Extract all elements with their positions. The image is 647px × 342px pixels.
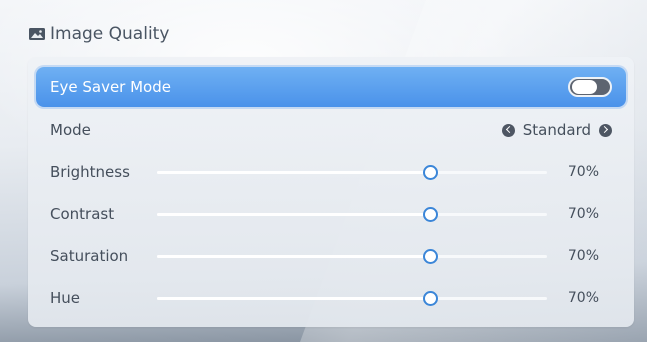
chevron-left-icon[interactable] [501, 123, 515, 137]
mode-selector[interactable]: Standard [501, 121, 612, 139]
hue-label: Hue [50, 289, 81, 307]
contrast-value: 70% [567, 206, 599, 222]
brightness-label: Brightness [50, 163, 130, 181]
eye-saver-mode-row[interactable]: Eye Saver Mode [36, 67, 626, 107]
hue-value: 70% [567, 290, 599, 306]
saturation-row[interactable]: Saturation 70% [28, 235, 634, 277]
page-title: Image Quality [50, 24, 170, 44]
mode-value: Standard [522, 121, 591, 139]
eye-saver-mode-toggle[interactable] [568, 77, 612, 97]
slider-thumb[interactable] [423, 291, 438, 306]
contrast-label: Contrast [50, 205, 115, 223]
saturation-slider[interactable] [157, 246, 547, 266]
slider-fill [157, 255, 430, 258]
eye-saver-mode-label: Eye Saver Mode [50, 78, 171, 96]
brightness-slider[interactable] [157, 162, 547, 182]
section-header: Image Quality [28, 24, 169, 44]
slider-thumb[interactable] [423, 207, 438, 222]
slider-fill [157, 213, 430, 216]
hue-row[interactable]: Hue 70% [28, 277, 634, 319]
mode-label: Mode [50, 121, 91, 139]
hue-slider[interactable] [157, 288, 547, 308]
image-icon [28, 26, 46, 42]
chevron-right-icon[interactable] [599, 123, 612, 137]
contrast-row[interactable]: Contrast 70% [28, 193, 634, 235]
screen: Image Quality Eye Saver Mode Mode Standa… [0, 0, 647, 342]
slider-thumb[interactable] [423, 249, 438, 264]
slider-fill [157, 171, 430, 174]
brightness-row[interactable]: Brightness 70% [28, 151, 634, 193]
saturation-value: 70% [567, 248, 599, 264]
saturation-label: Saturation [50, 247, 129, 265]
brightness-value: 70% [567, 164, 599, 180]
mode-row[interactable]: Mode Standard [28, 109, 634, 151]
slider-fill [157, 297, 430, 300]
settings-panel: Eye Saver Mode Mode Standard Brightness … [28, 57, 634, 327]
toggle-knob [572, 80, 597, 94]
contrast-slider[interactable] [157, 204, 547, 224]
slider-thumb[interactable] [423, 165, 438, 180]
